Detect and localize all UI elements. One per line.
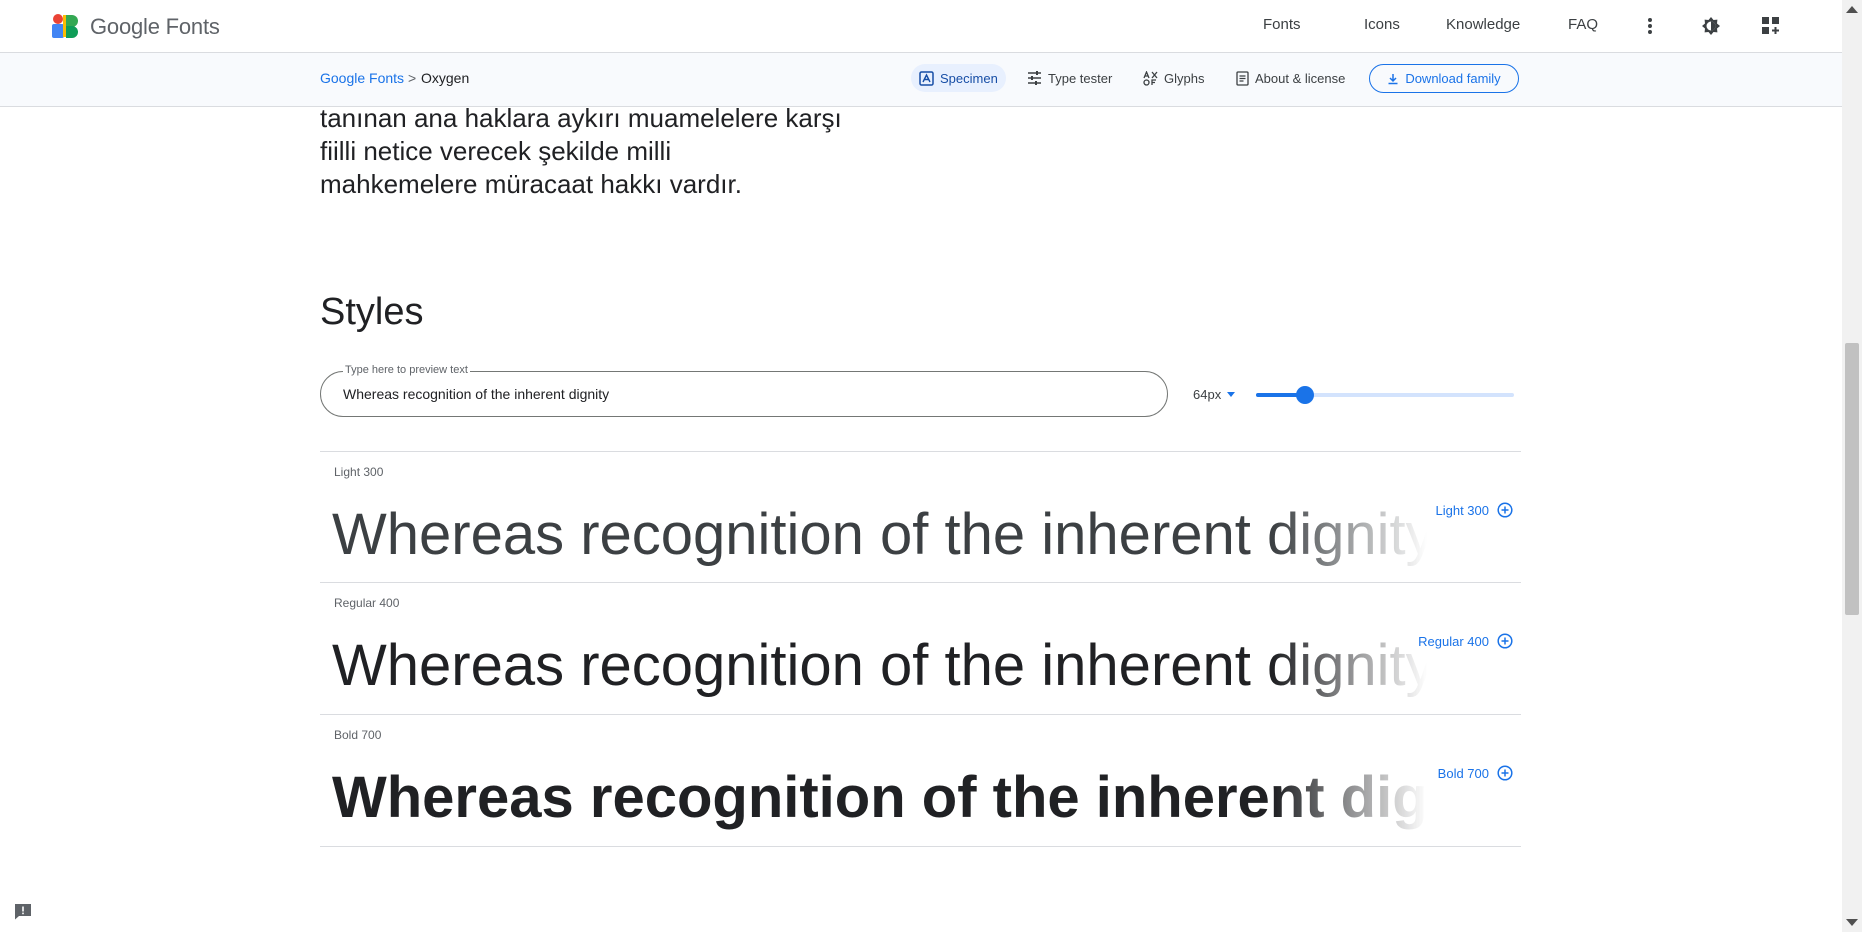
style-row-sample: Whereas recognition of the inherent dign… <box>332 765 1427 830</box>
font-size-select[interactable]: 64px <box>1193 387 1236 402</box>
tab-type-tester-label: Type tester <box>1048 70 1113 86</box>
preview-text-input[interactable]: Whereas recognition of the inherent dign… <box>320 371 1168 417</box>
glyphs-icon <box>1143 70 1158 86</box>
paragraph-line: mahkemelere müracaat hakkı vardır. <box>320 169 742 199</box>
brand-title[interactable]: Google Fonts <box>90 14 220 40</box>
breadcrumb-root-link[interactable]: Google Fonts <box>320 70 404 86</box>
tab-specimen[interactable]: Specimen <box>911 64 1006 92</box>
nav-icons[interactable]: Icons <box>1364 16 1400 33</box>
select-style-label: Regular 400 <box>1418 633 1489 649</box>
apps-icon[interactable] <box>1759 14 1783 38</box>
select-style-label: Light 300 <box>1435 502 1490 518</box>
nav-fonts[interactable]: Fonts <box>1263 16 1301 33</box>
theme-toggle-icon[interactable] <box>1699 14 1723 38</box>
styles-heading: Styles <box>320 291 424 333</box>
nav-faq[interactable]: FAQ <box>1568 16 1598 33</box>
add-circle-icon <box>1497 633 1513 649</box>
tab-specimen-label: Specimen <box>940 70 998 86</box>
download-family-label: Download family <box>1405 71 1501 86</box>
paragraph-line: fiilli netice verecek şekilde milli <box>320 136 672 166</box>
font-size-value: 64px <box>1193 387 1222 402</box>
font-size-slider-thumb[interactable] <box>1296 386 1315 404</box>
add-circle-icon <box>1497 502 1513 518</box>
specimen-icon <box>919 70 934 86</box>
select-style-button[interactable]: Regular 400 <box>1418 633 1513 649</box>
feedback-icon[interactable] <box>14 903 32 920</box>
preview-text-label: Type here to preview text <box>343 364 470 376</box>
scroll-up-arrow-icon[interactable] <box>1846 6 1858 13</box>
dropdown-arrow-icon <box>1227 392 1236 397</box>
select-style-button[interactable]: Bold 700 <box>1438 765 1513 781</box>
page-scrollbar[interactable] <box>1842 0 1862 932</box>
nav-knowledge[interactable]: Knowledge <box>1446 16 1520 33</box>
style-row-sample: Whereas recognition of the inherent dign… <box>332 633 1427 698</box>
style-row-regular-400: Regular 400 Whereas recognition of the i… <box>320 582 1521 714</box>
preview-text-value[interactable]: Whereas recognition of the inherent dign… <box>343 386 609 402</box>
google-fonts-logo-icon[interactable] <box>52 14 78 38</box>
download-family-button[interactable]: Download family <box>1369 64 1519 93</box>
tab-about-license-label: About & license <box>1255 70 1346 86</box>
scroll-down-arrow-icon[interactable] <box>1846 919 1858 926</box>
article-icon <box>1236 70 1249 86</box>
paragraph-sample: tanınan ana haklara aykırı muamelelere k… <box>320 102 880 201</box>
tab-about-license[interactable]: About & license <box>1228 64 1353 92</box>
style-row-label: Bold 700 <box>334 728 382 742</box>
font-size-slider[interactable] <box>1256 386 1514 404</box>
select-style-button[interactable]: Light 300 <box>1436 502 1514 518</box>
font-subnav: Google Fonts > Oxygen Specimen Type test… <box>0 53 1842 107</box>
more-vert-icon[interactable] <box>1638 14 1662 38</box>
download-icon <box>1388 73 1398 84</box>
scrollbar-thumb[interactable] <box>1845 343 1859 615</box>
tab-glyphs-label: Glyphs <box>1164 70 1205 86</box>
add-circle-icon <box>1497 765 1513 781</box>
top-app-bar: Google Fonts Fonts Icons Knowledge FAQ <box>0 0 1842 53</box>
breadcrumb-separator: > <box>408 70 417 86</box>
style-row-light-300: Light 300 Whereas recognition of the inh… <box>320 451 1521 583</box>
tab-type-tester[interactable]: Type tester <box>1019 64 1120 92</box>
style-row-label: Regular 400 <box>334 596 400 610</box>
style-row-sample: Whereas recognition of the inherent dign… <box>332 502 1427 567</box>
style-row-bold-700: Bold 700 Whereas recognition of the inhe… <box>320 714 1521 847</box>
tune-icon <box>1028 71 1041 85</box>
tab-glyphs[interactable]: Glyphs <box>1135 64 1212 92</box>
style-row-label: Light 300 <box>334 465 384 479</box>
paragraph-line: tanınan ana haklara aykırı muamelelere k… <box>320 103 842 133</box>
breadcrumb-current: Oxygen <box>421 70 470 86</box>
select-style-label: Bold 700 <box>1437 765 1489 781</box>
